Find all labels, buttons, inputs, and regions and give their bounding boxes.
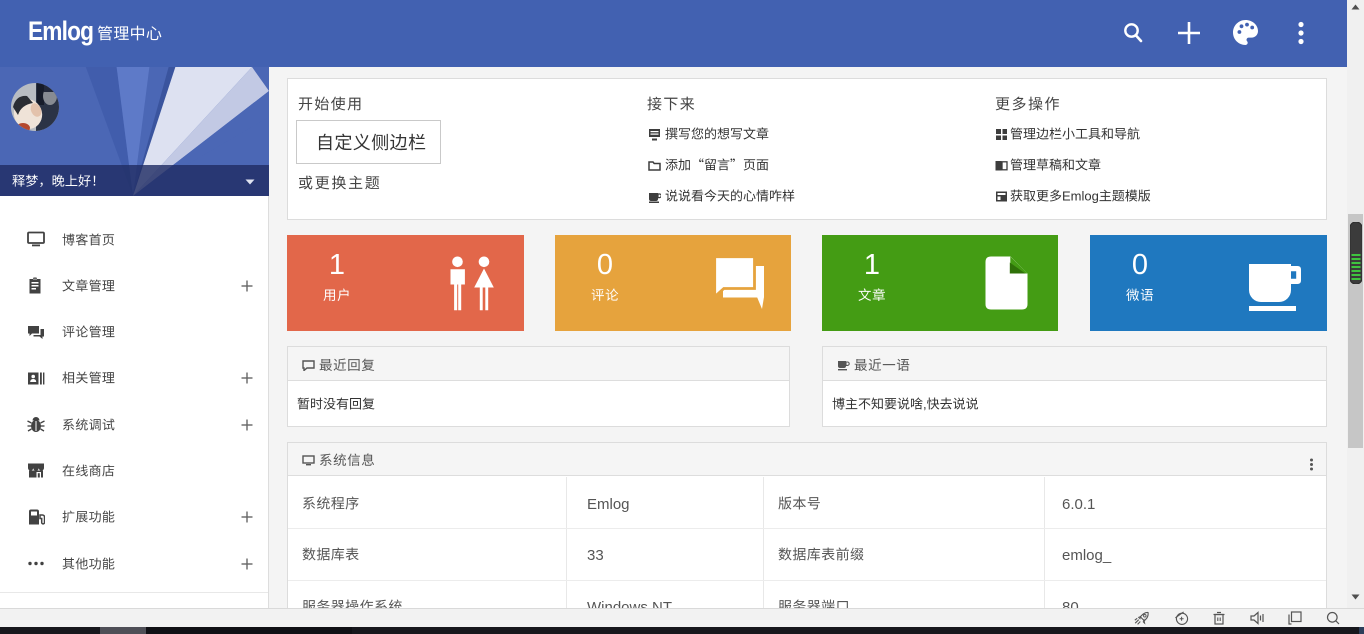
svg-text:Emlog: Emlog bbox=[1062, 189, 1099, 203]
svg-text:6.0.1: 6.0.1 bbox=[1062, 496, 1095, 513]
svg-text:,: , bbox=[923, 397, 927, 411]
svg-text:Emlog: Emlog bbox=[587, 496, 630, 513]
svg-text:emlog_: emlog_ bbox=[1062, 547, 1112, 564]
svg-text:33: 33 bbox=[587, 547, 604, 564]
